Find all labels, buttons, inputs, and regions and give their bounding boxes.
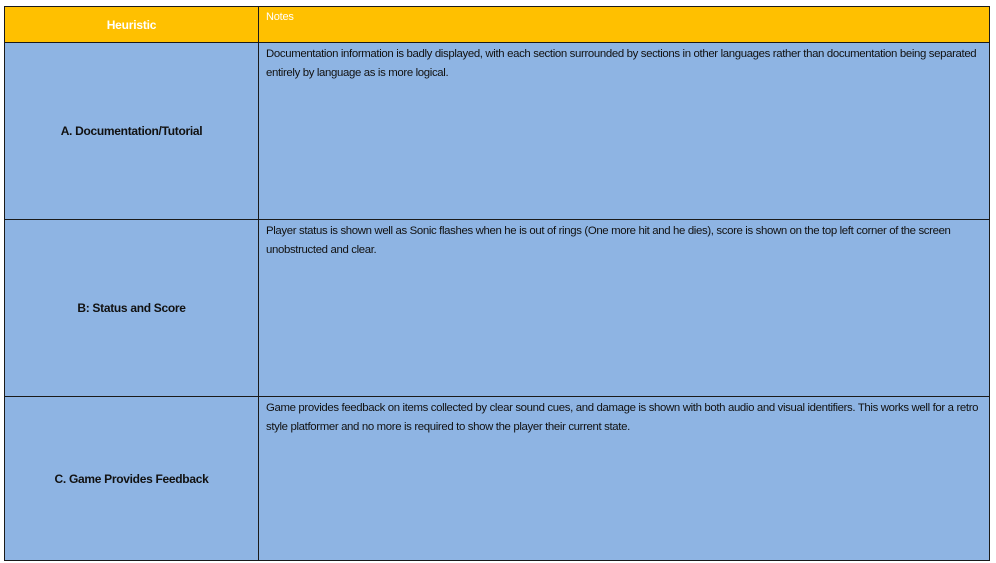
notes-cell-b: Player status is shown well as Sonic fla… xyxy=(258,219,990,397)
notes-cell-a: Documentation information is badly displ… xyxy=(258,42,990,220)
heuristic-cell-c: C. Game Provides Feedback xyxy=(4,396,259,561)
document-page: { "table": { "headers": { "heuristic": "… xyxy=(0,0,996,563)
table-row: A. Documentation/Tutorial Documentation … xyxy=(4,42,990,220)
table-header-row: Heuristic Notes xyxy=(4,6,990,43)
header-notes: Notes xyxy=(258,6,990,43)
table-row: C. Game Provides Feedback Game provides … xyxy=(4,396,990,561)
notes-cell-c: Game provides feedback on items collecte… xyxy=(258,396,990,561)
table-row: B: Status and Score Player status is sho… xyxy=(4,219,990,397)
header-heuristic: Heuristic xyxy=(4,6,259,43)
heuristic-cell-b: B: Status and Score xyxy=(4,219,259,397)
heuristic-cell-a: A. Documentation/Tutorial xyxy=(4,42,259,220)
heuristics-table: Heuristic Notes A. Documentation/Tutoria… xyxy=(4,6,990,561)
